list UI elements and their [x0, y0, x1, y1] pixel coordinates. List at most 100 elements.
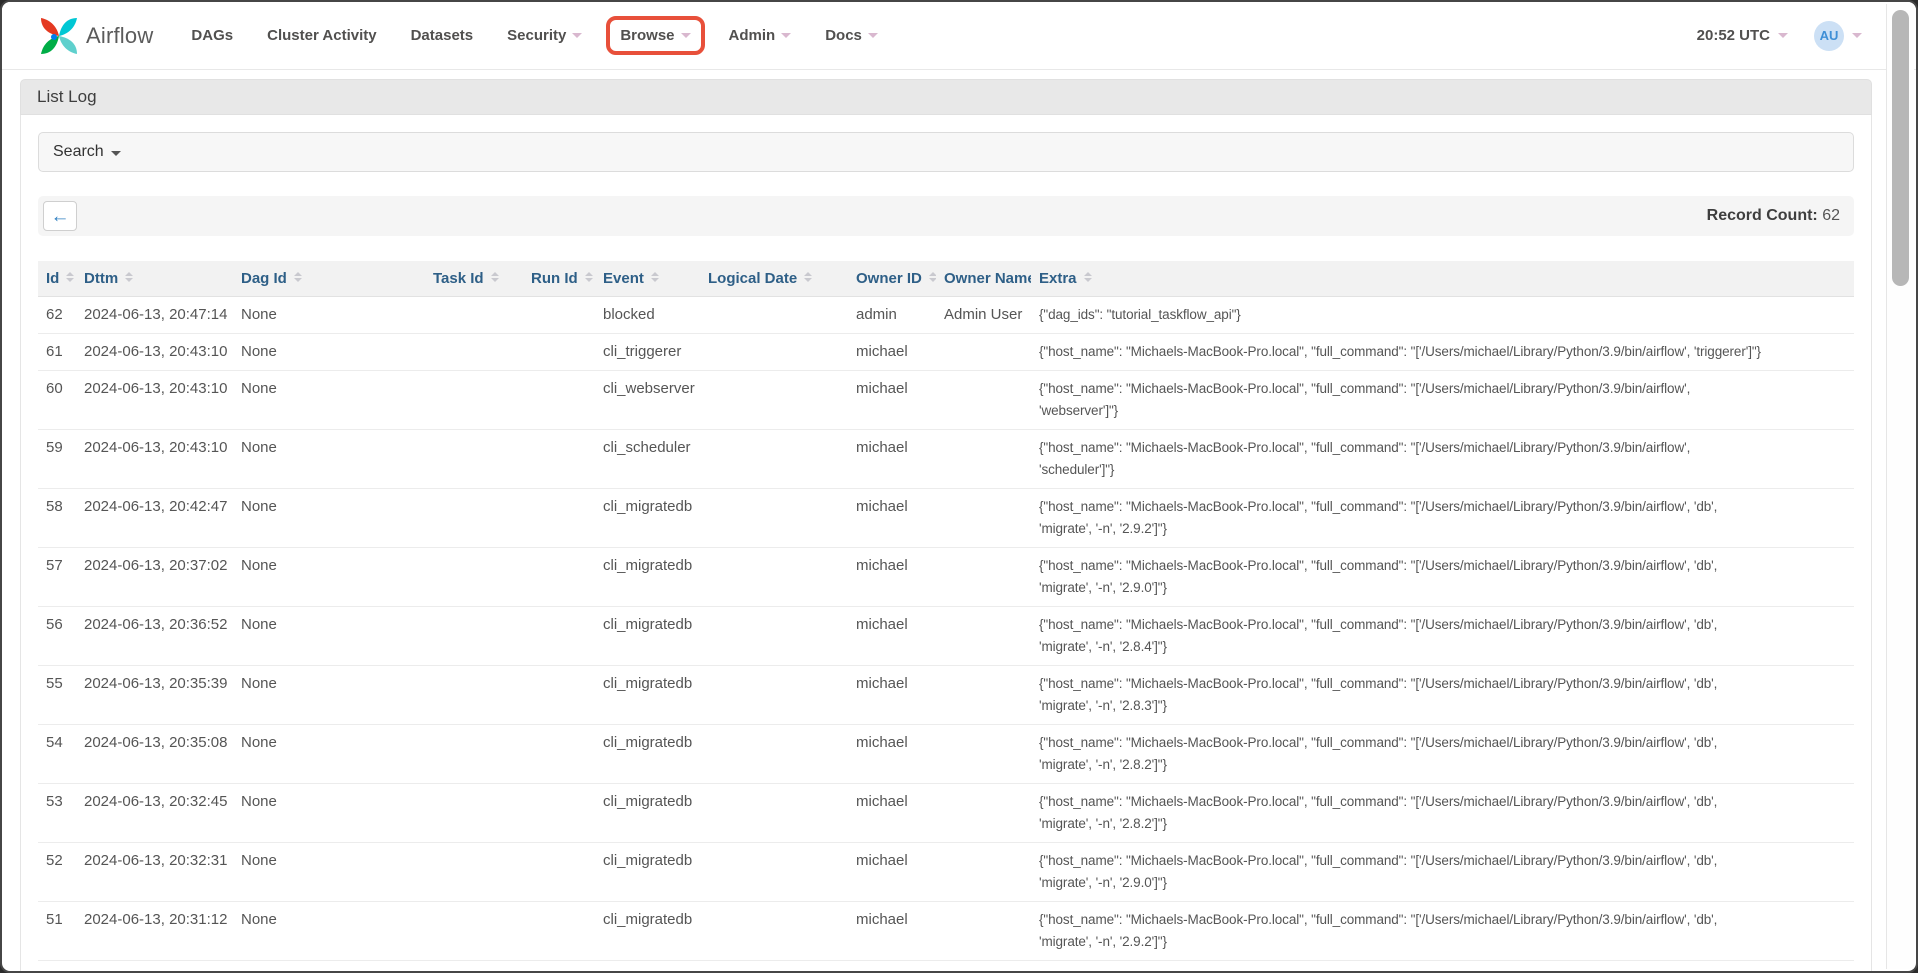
column-header-dag-id[interactable]: Dag Id: [233, 261, 425, 297]
cell-dag-id: None: [233, 725, 425, 784]
cell-dttm: 2024-06-13, 20:35:08: [76, 725, 233, 784]
cell-owner-name: Admin User: [936, 297, 1031, 334]
record-count-value: 62: [1822, 207, 1840, 224]
cell-extra: {"host_name": "Michaels-MacBook-Pro.loca…: [1031, 666, 1854, 725]
cell-dag-id: check_dag: [233, 961, 425, 973]
nav-item-browse[interactable]: Browse: [606, 16, 704, 55]
cell-extra: {"dag_ids": "tutorial_taskflow_api"}: [1031, 297, 1854, 334]
column-header-id[interactable]: Id: [38, 261, 76, 297]
cell-owner-name: [936, 489, 1031, 548]
cell-logical-date: [700, 430, 848, 489]
extra-line: {"host_name": "Michaels-MacBook-Pro.loca…: [1039, 614, 1846, 636]
cell-run-id: [523, 548, 595, 607]
user-avatar[interactable]: AU: [1814, 21, 1844, 51]
cell-dttm: 2024-06-13, 20:42:47: [76, 489, 233, 548]
cell-extra: {"host_name": "Michaels-MacBook-Pro.loca…: [1031, 607, 1854, 666]
back-arrow-icon: ←: [51, 207, 70, 226]
nav-item-docs[interactable]: Docs: [825, 27, 878, 44]
column-header-label: Task Id: [433, 270, 484, 287]
extra-line: 'migrate', '-n', '2.9.2']"}: [1039, 931, 1846, 953]
search-collapse-toggle[interactable]: Search: [38, 132, 1854, 172]
column-header-extra[interactable]: Extra: [1031, 261, 1854, 297]
cell-extra: {"host_name": "Michaels-MacBook-Pro.loca…: [1031, 430, 1854, 489]
cell-owner-id: michael: [848, 784, 936, 843]
table-row: 502024-06-07, 00:26:47check_dagcreate_fi…: [38, 961, 1854, 973]
cell-id: 54: [38, 725, 76, 784]
cell-dttm: 2024-06-07, 00:26:47: [76, 961, 233, 973]
cell-task-id: [425, 666, 523, 725]
cell-event: cli_migratedb: [595, 607, 700, 666]
extra-line: 'webserver']"}: [1039, 400, 1846, 422]
cell-owner-id: michael: [848, 371, 936, 430]
extra-line: 'migrate', '-n', '2.8.2']"}: [1039, 754, 1846, 776]
extra-line: {"host_name": "Michaels-MacBook-Pro.loca…: [1039, 732, 1846, 754]
table-row: 622024-06-13, 20:47:14NoneblockedadminAd…: [38, 297, 1854, 334]
cell-owner-name: [936, 548, 1031, 607]
cell-task-id: [425, 902, 523, 961]
cell-id: 62: [38, 297, 76, 334]
cell-extra: {"host_name": "Michaels-MacBook-Pro.loca…: [1031, 371, 1854, 430]
audit-log-table: Id Dttm Dag Id Task Id Run IdEventLogical Da…: [38, 261, 1854, 973]
cell-owner-id: michael: [848, 430, 936, 489]
sort-icon: [294, 272, 302, 282]
column-header-owner-id[interactable]: Owner ID: [848, 261, 936, 297]
cell-dttm: 2024-06-13, 20:47:14: [76, 297, 233, 334]
extra-line: {"host_name": "Michaels-MacBook-Pro.loca…: [1039, 850, 1846, 872]
cell-dttm: 2024-06-13, 20:32:45: [76, 784, 233, 843]
cell-dttm: 2024-06-13, 20:43:10: [76, 430, 233, 489]
cell-dag-id: None: [233, 666, 425, 725]
cell-run-id: [523, 784, 595, 843]
extra-line: {"host_name": "Michaels-MacBook-Pro.loca…: [1039, 378, 1846, 400]
utc-clock[interactable]: 20:52 UTC: [1697, 27, 1770, 44]
column-header-owner-name[interactable]: Owner Name: [936, 261, 1031, 297]
extra-line: {"host_name": "Michaels-MacBook-Pro.loca…: [1039, 968, 1846, 973]
nav-item-label: Browse: [620, 27, 674, 44]
table-row: 592024-06-13, 20:43:10Nonecli_schedulerm…: [38, 430, 1854, 489]
extra-line: 'migrate', '-n', '2.8.3']"}: [1039, 695, 1846, 717]
column-header-label: Owner ID: [856, 270, 922, 287]
nav-item-dags[interactable]: DAGs: [191, 27, 233, 44]
cell-owner-name: [936, 784, 1031, 843]
cell-logical-date: [700, 902, 848, 961]
search-label: Search: [53, 143, 104, 161]
cell-owner-name: [936, 666, 1031, 725]
back-button[interactable]: ←: [43, 201, 77, 231]
cell-task-id: [425, 334, 523, 371]
nav-item-datasets[interactable]: Datasets: [411, 27, 474, 44]
column-header-dttm[interactable]: Dttm: [76, 261, 233, 297]
extra-line: {"host_name": "Michaels-MacBook-Pro.loca…: [1039, 341, 1846, 363]
cell-dag-id: None: [233, 371, 425, 430]
column-header-run-id[interactable]: Run Id: [523, 261, 595, 297]
cell-id: 51: [38, 902, 76, 961]
browser-window: Airflow DAGs Cluster Activity Datasets Secu…: [0, 0, 1918, 973]
nav-item-label: Docs: [825, 27, 862, 44]
nav-item-cluster-activity[interactable]: Cluster Activity: [267, 27, 376, 44]
column-header-logical-date[interactable]: Logical Date: [700, 261, 848, 297]
table-row: 522024-06-13, 20:32:31Nonecli_migratedbm…: [38, 843, 1854, 902]
cell-owner-name: [936, 961, 1031, 973]
panel-body: Search ← Record Count: 62 Id Dttm Dag Id Ta…: [20, 115, 1872, 973]
list-toolbar: ← Record Count: 62: [38, 196, 1854, 236]
extra-line: {"dag_ids": "tutorial_taskflow_api"}: [1039, 304, 1846, 326]
scrollbar-thumb[interactable]: [1892, 10, 1909, 286]
cell-logical-date: [700, 843, 848, 902]
cell-id: 53: [38, 784, 76, 843]
vertical-scrollbar[interactable]: [1886, 4, 1914, 969]
cell-id: 56: [38, 607, 76, 666]
nav-item-security[interactable]: Security: [507, 27, 582, 44]
column-header-event[interactable]: Event: [595, 261, 700, 297]
cell-event: cli_task_test: [595, 961, 700, 973]
nav-item-admin[interactable]: Admin: [729, 27, 792, 44]
cell-logical-date: [700, 961, 848, 973]
nav-item-label: Datasets: [411, 27, 474, 44]
column-header-label: Dttm: [84, 270, 118, 287]
column-header-task-id[interactable]: Task Id: [425, 261, 523, 297]
cell-run-id: [523, 297, 595, 334]
nav-right-cluster: 20:52 UTC AU: [1697, 2, 1862, 69]
cell-owner-name: [936, 843, 1031, 902]
cell-run-id: [523, 371, 595, 430]
airflow-brand[interactable]: Airflow: [38, 15, 153, 57]
cell-run-id: [523, 843, 595, 902]
table-row: 612024-06-13, 20:43:10Nonecli_triggererm…: [38, 334, 1854, 371]
column-header-label: Extra: [1039, 270, 1077, 287]
